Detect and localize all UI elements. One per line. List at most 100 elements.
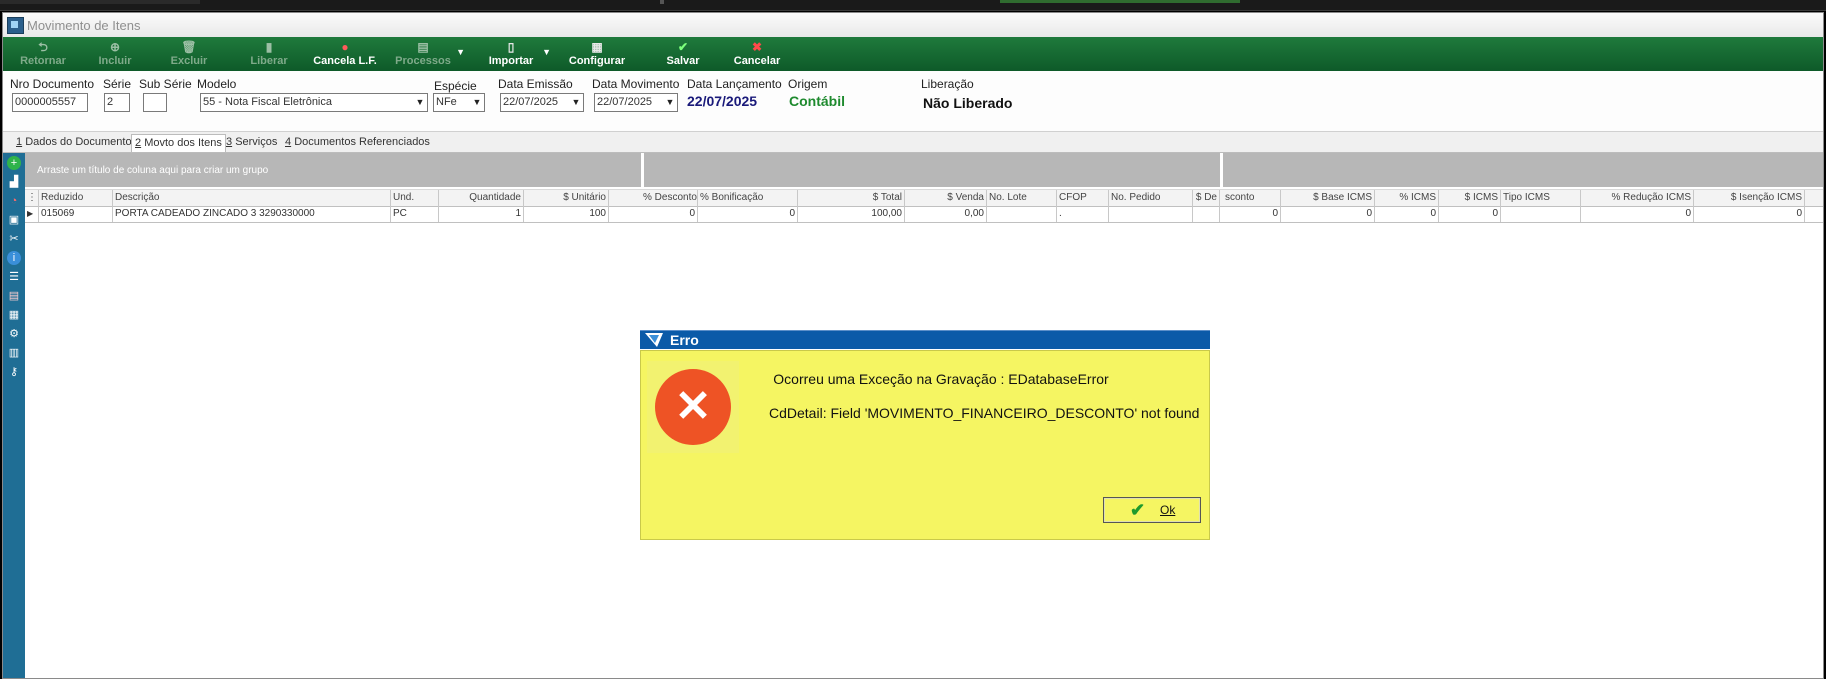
nro-documento-label: Nro Documento [10,77,95,91]
modelo-value: 55 - Nota Fiscal Eletrônica [203,96,332,108]
error-message-title: Ocorreu uma Exceção na Gravação : EDatab… [773,371,1109,387]
incluir-button[interactable]: ⊕ Incluir [93,39,137,69]
cancel-circle-icon: ● [341,40,349,54]
add-icon[interactable]: + [7,156,21,170]
column-header[interactable]: $ Isenção ICMS [1694,190,1805,206]
column-header[interactable]: % Redução ICMS [1581,190,1694,206]
column-header[interactable]: % Bonificação [698,190,798,206]
table-icon[interactable]: ▥ [7,346,21,360]
info-icon[interactable]: i [7,251,21,265]
row-selector-header[interactable]: ⋮ [25,190,39,206]
document-header: Nro Documento 0000005557 Série 2 Sub Sér… [3,71,1823,132]
liberacao-value: Não Liberado [923,95,1013,111]
group-by-hint: Arraste um título de coluna aqui para cr… [37,165,269,176]
trash-icon: 🗑 [181,40,197,54]
liberar-button[interactable]: ▮ Liberar [247,39,291,69]
chevron-down-icon: ▼ [470,94,484,111]
table-row[interactable]: ▶ 015069 PORTA CADEADO ZINCADO 3 3290330… [25,206,1823,223]
tab-movto-itens[interactable]: 2 Movto dos Itens [131,134,226,152]
data-lancamento-label: Data Lançamento [687,77,782,91]
config-grid-icon: ▦ [591,40,603,54]
chevron-down-icon: ▼ [456,47,465,57]
process-icon: ▤ [417,40,429,54]
app-logo-icon [645,333,663,347]
close-icon: ✖ [751,40,763,54]
column-header[interactable]: $ Venda [905,190,987,206]
ok-label: Ok [1160,503,1176,517]
tools-icon[interactable]: ✂ [7,232,21,246]
salvar-button[interactable]: ✔ Salvar [659,39,707,69]
chevron-down-icon: ▼ [413,94,427,111]
column-header[interactable]: Quantidade [439,190,524,206]
data-movimento-value: 22/07/2025 [597,96,653,108]
column-header[interactable]: CFOP [1057,190,1109,206]
data-emissao-field[interactable]: 22/07/2025 ▼ [500,93,584,112]
import-document-icon: ▯ [507,40,515,54]
check-icon: ✔ [1130,500,1146,520]
column-header[interactable]: No. Pedido [1109,190,1193,206]
clock-icon[interactable]: ◔ [7,194,21,208]
especie-select[interactable]: NFe ▼ [433,93,485,112]
list-icon[interactable]: ☰ [7,270,21,284]
importar-button[interactable]: ▯ Importar ▼ [483,39,551,69]
return-arrow-icon: ⮌ [38,40,48,54]
column-header[interactable]: $ Base ICMS [1281,190,1375,206]
book-icon[interactable]: ▤ [7,289,21,303]
column-header[interactable]: $ De [1193,190,1220,206]
left-sidebar: + ▟ ◔ ▣ ✂ i ☰ ▤ ▦ ⚙ ▥ ⚷ [3,153,25,678]
column-header[interactable]: $ Total [798,190,905,206]
chevron-down-icon: ▼ [663,94,677,111]
processos-button[interactable]: ▤ Processos ▼ [393,39,465,69]
data-movimento-field[interactable]: 22/07/2025 ▼ [594,93,678,112]
especie-label: Espécie [434,79,477,93]
column-header[interactable]: $ Unitário [524,190,609,206]
configurar-button[interactable]: ▦ Configurar [565,39,629,69]
column-header[interactable]: $ ICMS [1439,190,1501,206]
error-dialog: Erro ✕ Ocorreu uma Exceção na Gravação :… [634,322,1216,546]
column-header[interactable]: sconto [1223,190,1281,206]
sub-serie-field[interactable] [143,93,167,112]
error-message-detail: CdDetail: Field 'MOVIMENTO_FINANCEIRO_DE… [769,405,1200,421]
column-header[interactable]: Descrição [113,190,391,206]
title-bar: Movimento de Itens [3,13,1823,38]
origem-label: Origem [788,77,828,91]
column-header[interactable]: % ICMS [1375,190,1439,206]
data-emissao-value: 22/07/2025 [503,96,559,108]
dialog-title: Erro [670,332,699,348]
cancelar-button[interactable]: ✖ Cancelar [729,39,785,69]
column-header[interactable]: Und. [391,190,439,206]
app-icon [7,17,24,34]
tab-servicos[interactable]: 3 Serviços [223,134,280,151]
dialog-body: ✕ Ocorreu uma Exceção na Gravação : EDat… [640,350,1210,540]
serie-field[interactable]: 2 [104,93,130,112]
column-header[interactable]: % Desconto [641,190,698,206]
chevron-down-icon: ▼ [569,94,583,111]
sub-serie-label: Sub Série [139,77,192,91]
excluir-button[interactable]: 🗑 Excluir [167,39,211,69]
data-lancamento-value: 22/07/2025 [687,93,758,109]
row-pointer-icon: ▶ [25,206,39,222]
tab-dados-documento[interactable]: 1 Dados do Documento [13,134,135,151]
window-title: Movimento de Itens [27,18,141,33]
grid-icon[interactable]: ▦ [7,308,21,322]
ok-button[interactable]: ✔ Ok [1103,497,1201,523]
chevron-down-icon: ▼ [542,47,551,57]
serie-label: Série [103,77,132,91]
grid-column-header: ⋮ Reduzido Descrição Und. Quantidade $ U… [25,189,1823,207]
column-header[interactable]: No. Lote [987,190,1057,206]
chart-icon[interactable]: ▟ [7,175,21,189]
retornar-button[interactable]: ⮌ Retornar [15,39,71,69]
top-taskbar-strip [0,0,1826,11]
cancela-lf-button[interactable]: ● Cancela L.F. [311,39,379,69]
group-by-bar: Arraste um título de coluna aqui para cr… [25,153,1823,187]
tab-documentos-referenciados[interactable]: 4 Documentos Referenciados [282,134,433,151]
nro-documento-field[interactable]: 0000005557 [12,93,88,112]
dialog-title-bar: Erro [640,330,1210,349]
modelo-select[interactable]: 55 - Nota Fiscal Eletrônica ▼ [200,93,428,112]
gear-icon[interactable]: ⚙ [7,327,21,341]
column-header[interactable]: Reduzido [39,190,113,206]
print-icon[interactable]: ▣ [7,213,21,227]
column-header[interactable]: Tipo ICMS [1501,190,1581,206]
check-icon: ✔ [677,40,689,54]
key-icon[interactable]: ⚷ [7,365,21,379]
